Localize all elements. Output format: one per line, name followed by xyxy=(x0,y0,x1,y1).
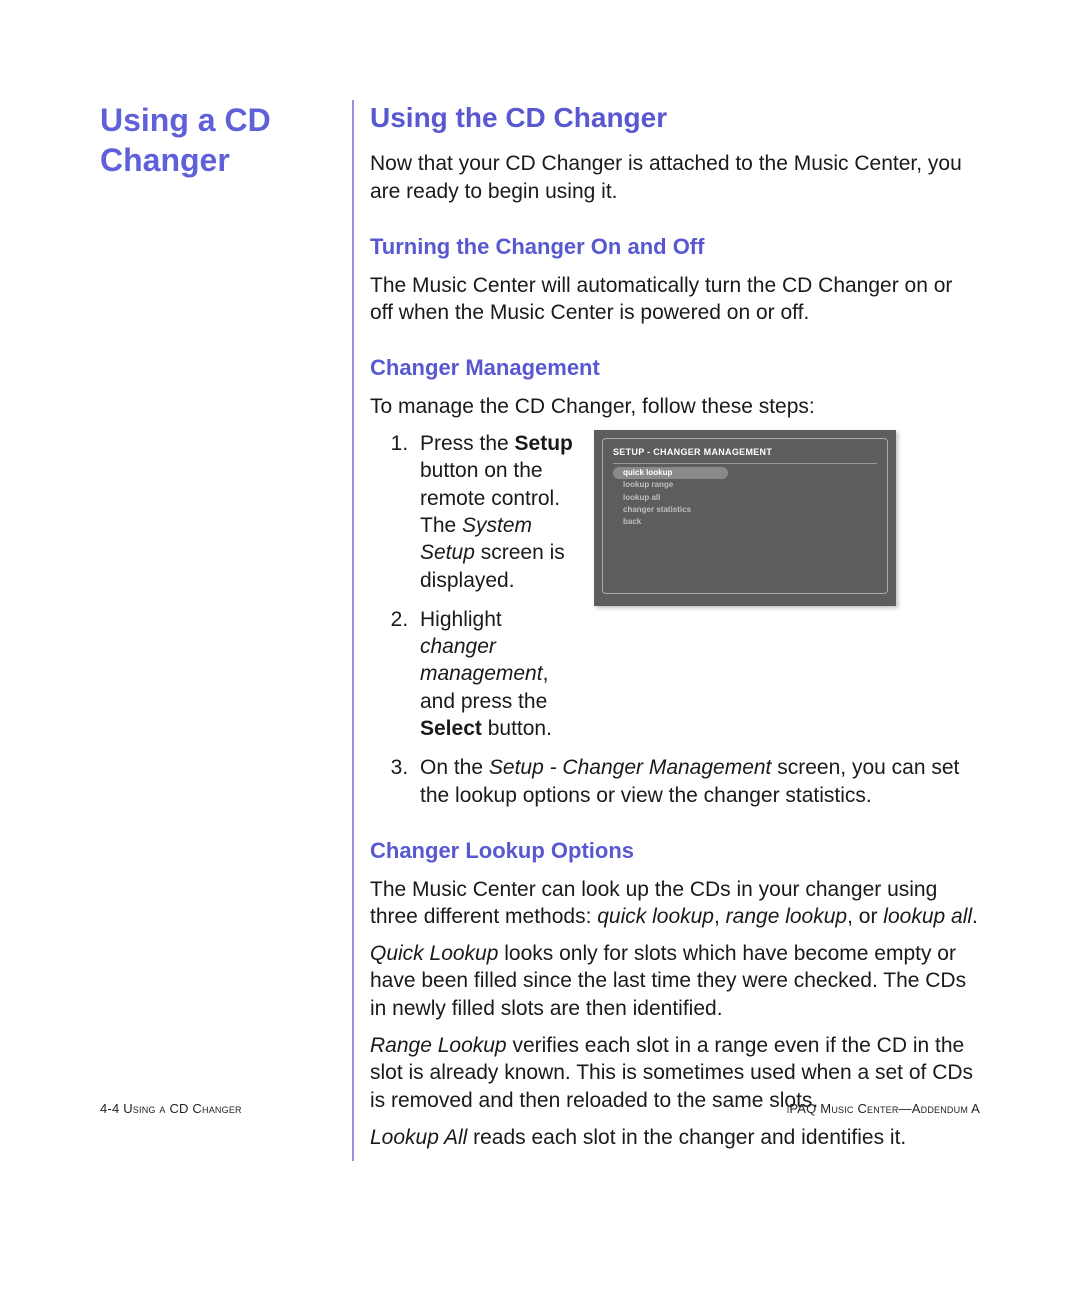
footer-left: 4-4 Using a CD Changer xyxy=(100,1101,242,1118)
turning-paragraph: The Music Center will automatically turn… xyxy=(370,272,980,327)
menu-item-quick-lookup: quick lookup xyxy=(613,467,728,479)
chapter-title: Using a CD Changer xyxy=(100,100,334,180)
subsection-lookup-options: Changer Lookup Options xyxy=(370,837,980,866)
steps-1-2: Press the Setup button on the remote con… xyxy=(370,430,580,754)
chapter-title-line2: Changer xyxy=(100,142,230,178)
screenshot-title: SETUP - CHANGER MANAGEMENT xyxy=(613,447,877,464)
screenshot-panel: SETUP - CHANGER MANAGEMENT quick lookup … xyxy=(602,438,888,594)
vertical-divider xyxy=(352,100,354,1161)
side-column: Using a CD Changer xyxy=(100,100,352,1161)
subsection-changer-management: Changer Management xyxy=(370,354,980,383)
menu-item-changer-statistics: changer statistics xyxy=(613,504,728,516)
intro-paragraph: Now that your CD Changer is attached to … xyxy=(370,150,980,205)
step-1: Press the Setup button on the remote con… xyxy=(414,430,580,594)
quick-lookup-paragraph: Quick Lookup looks only for slots which … xyxy=(370,940,980,1022)
ordered-steps-a: Press the Setup button on the remote con… xyxy=(370,430,580,742)
menu-item-lookup-all: lookup all xyxy=(613,492,728,504)
ordered-steps-b: On the Setup - Changer Management screen… xyxy=(370,754,980,809)
screenshot-changer-management: SETUP - CHANGER MANAGEMENT quick lookup … xyxy=(594,430,896,606)
menu-item-back: back xyxy=(613,516,728,528)
page-footer: 4-4 Using a CD Changer iPAQ Music Center… xyxy=(100,1101,980,1118)
main-column: Using the CD Changer Now that your CD Ch… xyxy=(370,100,980,1161)
menu-item-lookup-range: lookup range xyxy=(613,479,728,491)
step-1-text: Press the Setup button on the remote con… xyxy=(420,432,573,591)
steps-with-figure: Press the Setup button on the remote con… xyxy=(370,430,980,754)
figure-changer-management: SETUP - CHANGER MANAGEMENT quick lookup … xyxy=(594,430,980,606)
changer-lead: To manage the CD Changer, follow these s… xyxy=(370,393,980,420)
step-2-text: Highlight changer management, and press … xyxy=(420,608,552,740)
lookup-all-paragraph: Lookup All reads each slot in the change… xyxy=(370,1124,980,1151)
content-area: Using a CD Changer Using the CD Changer … xyxy=(100,100,980,1161)
document-page: Using a CD Changer Using the CD Changer … xyxy=(0,0,1080,1296)
lookup-methods-paragraph: The Music Center can look up the CDs in … xyxy=(370,876,980,931)
step-2: Highlight changer management, and press … xyxy=(414,606,580,742)
subsection-turning-on-off: Turning the Changer On and Off xyxy=(370,233,980,262)
chapter-title-line1: Using a CD xyxy=(100,102,271,138)
section-heading: Using the CD Changer xyxy=(370,100,980,136)
footer-right: iPAQ Music Center—Addendum A xyxy=(787,1101,980,1118)
step-3: On the Setup - Changer Management screen… xyxy=(414,754,980,809)
screenshot-menu: quick lookup lookup range lookup all cha… xyxy=(613,467,877,529)
step-3-text: On the Setup - Changer Management screen… xyxy=(420,756,959,806)
